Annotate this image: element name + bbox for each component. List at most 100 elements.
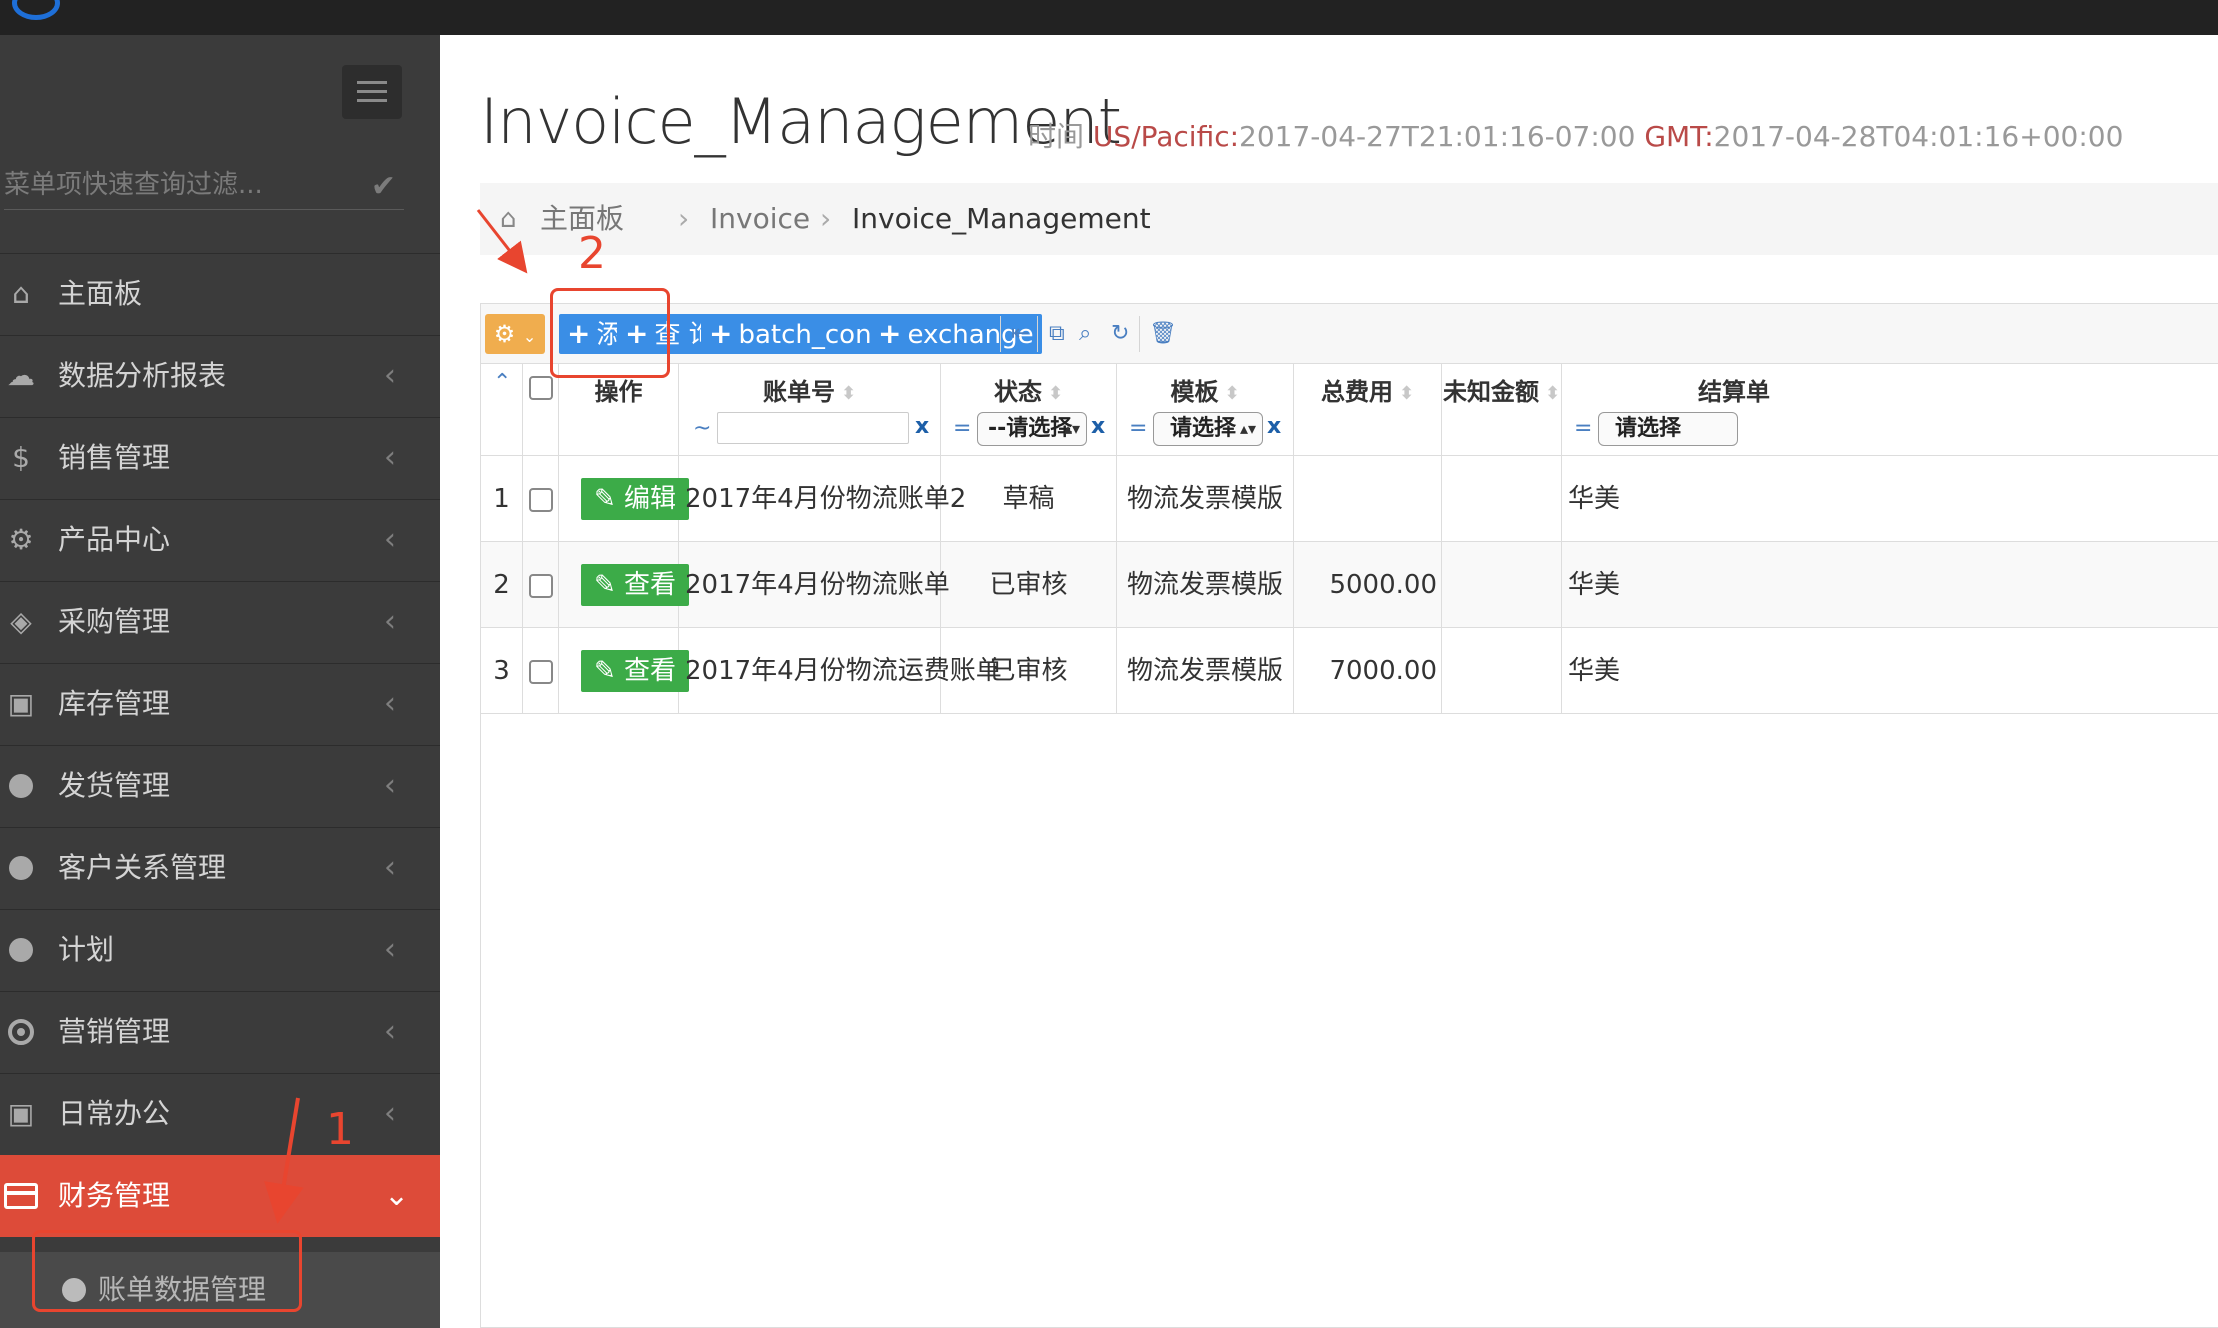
select-arrows-icon: ▴▾ [1239,419,1256,438]
chevron-left-icon: ‹ [384,1014,396,1049]
sidebar-item-finance[interactable]: 财务管理 ⌄ [0,1155,440,1237]
chevron-left-icon: ‹ [384,850,396,885]
clear-filter-button[interactable]: x [1091,414,1105,439]
sidebar-menu: ⌂ 主面板 ☁ 数据分析报表 ‹ $ 销售管理 ‹ ⚙ 产品中心 ‹ ◈ 采购管… [0,253,440,1237]
table-row[interactable]: 1 ✎ 编辑 2017年4月份物流账单2 草稿 物流发票模版 华美 [481,456,2218,542]
edit-button[interactable]: ✎ 编辑 [581,478,689,520]
sidebar-search: ✔ [4,165,404,210]
select-arrows-icon: ▴▾ [1063,419,1080,438]
bill-no-filter-input[interactable] [717,412,909,444]
select-all-cell [523,364,559,455]
status-filter-select[interactable]: --请选择 ▴▾ [977,412,1087,446]
sort-icon[interactable]: ⬍ [1545,383,1560,404]
view-button[interactable]: ✎ 查看 [581,650,689,692]
settlement-filter-select[interactable]: 请选择 [1598,412,1738,446]
gears-icon: ⚙ [8,523,34,556]
header-total-fee[interactable]: 总费用 ⬍ [1294,364,1442,455]
sidebar-item-purchasing[interactable]: ◈ 采购管理 ‹ [0,581,440,663]
plus-icon: + [878,317,902,350]
sidebar-item-reports[interactable]: ☁ 数据分析报表 ‹ [0,335,440,417]
circle-icon [4,828,38,911]
collapse-cell: ⌃ [481,364,523,455]
chevron-left-icon: ‹ [384,768,396,803]
chevron-down-icon: ⌄ [384,1178,410,1213]
chevron-left-icon: ‹ [384,686,396,721]
header-unknown-amount[interactable]: 未知金额 ⬍ [1442,364,1562,455]
circle-icon [4,746,38,829]
chevron-left-icon: ‹ [384,522,396,557]
clear-filter-button[interactable]: x [1267,414,1281,439]
edit-icon: ✎ [593,656,616,686]
sidebar-item-inventory[interactable]: ▣ 库存管理 ‹ [0,663,440,745]
chevron-left-icon: ‹ [384,1096,396,1131]
sidebar-item-office[interactable]: ▣ 日常办公 ‹ [0,1073,440,1155]
sidebar-toggle-button[interactable] [342,65,402,119]
circle-icon [4,910,38,993]
table-header-row: ⌃ 操作 账单号 ⬍ ~ x 状态 ⬍ = --请选择 ▴▾ x 模板 ⬍ = … [481,364,2218,456]
annotation-box-add [550,288,670,378]
edit-icon: ✎ [593,484,616,514]
sidebar-item-plan[interactable]: 计划 ‹ [0,909,440,991]
refresh-icon[interactable]: ↻ [1111,318,1129,350]
chevron-down-icon: ⌄ [522,327,537,346]
sort-icon[interactable]: ⬍ [1224,383,1239,404]
header-settlement[interactable]: 结算单 = 请选择 [1562,364,2218,455]
first-page-icon[interactable]: ⇤ [1011,318,1029,350]
sidebar-item-products[interactable]: ⚙ 产品中心 ‹ [0,499,440,581]
header-status[interactable]: 状态 ⬍ = --请选择 ▴▾ x [941,364,1117,455]
breadcrumb-invoice-link[interactable]: Invoice [710,183,810,255]
clear-filter-button[interactable]: x [915,414,929,439]
android-icon: ▣ [7,1097,35,1130]
sidebar-item-crm[interactable]: 客户关系管理 ‹ [0,827,440,909]
page-title: Invoice_Management [480,85,1122,158]
search-icon[interactable]: ⌕ [1079,318,1091,350]
android-icon: ▣ [7,687,35,720]
sidebar-item-marketing[interactable]: 营销管理 ‹ [0,991,440,1073]
cloud-icon: ☁ [7,359,35,392]
sidebar-item-shipping[interactable]: 发货管理 ‹ [0,745,440,827]
select-all-checkbox[interactable] [529,376,553,400]
logo-icon[interactable] [12,0,60,20]
home-icon: ⌂ [12,277,30,310]
edit-icon: ✎ [593,570,616,600]
sort-icon[interactable]: ⬍ [1399,383,1414,404]
dollar-icon: $ [12,441,30,474]
sort-icon[interactable]: ⬍ [841,383,856,404]
chevron-up-icon[interactable]: ⌃ [493,370,511,395]
sidebar-item-sales[interactable]: $ 销售管理 ‹ [0,417,440,499]
settings-dropdown-button[interactable]: ⚙ ⌄ [485,314,545,354]
trash-icon[interactable]: 🗑 [1149,318,1177,350]
chevron-left-icon: ‹ [384,358,396,393]
row-checkbox[interactable] [529,660,553,684]
view-button[interactable]: ✎ 查看 [581,564,689,606]
header-template[interactable]: 模板 ⬍ = 请选择 ▴▾ x [1117,364,1294,455]
table-row[interactable]: 2 ✎ 查看 2017年4月份物流账单 已审核 物流发票模版 5000.00 华… [481,542,2218,628]
check-icon[interactable]: ✔ [371,169,396,204]
grid-toolbar: ⚙ ⌄ +添加 +查 询 +batch_confirm +exchange ⇤ … [481,304,2218,364]
chevron-left-icon: ‹ [384,932,396,967]
sidebar-item-dashboard[interactable]: ⌂ 主面板 [0,253,440,335]
row-checkbox[interactable] [529,488,553,512]
home-icon: ⌂ [500,204,517,234]
header-bill-no[interactable]: 账单号 ⬍ ~ x [679,364,941,455]
gear-icon: ⚙ [493,320,516,348]
dot-circle-icon [4,992,38,1076]
main-content: Invoice_Management 时间 US/Pacific:2017-04… [440,35,2218,1328]
chevron-left-icon: ‹ [384,440,396,475]
row-checkbox[interactable] [529,574,553,598]
breadcrumb-separator: › [820,202,832,235]
breadcrumb-current: Invoice_Management [852,202,1151,235]
export-icon[interactable]: ⧉ [1049,318,1065,350]
plus-icon: + [709,317,733,350]
chevron-left-icon: ‹ [384,604,396,639]
annotation-box-bill-data [32,1230,302,1312]
sort-icon[interactable]: ⬍ [1048,383,1063,404]
page-time-meta: 时间 US/Pacific:2017-04-27T21:01:16-07:00 … [1028,120,2124,153]
template-filter-select[interactable]: 请选择 ▴▾ [1153,412,1263,446]
menu-filter-input[interactable] [4,165,344,205]
cube-icon: ◈ [10,605,32,638]
invoice-grid: ⚙ ⌄ +添加 +查 询 +batch_confirm +exchange ⇤ … [480,303,2218,1328]
table-row[interactable]: 3 ✎ 查看 2017年4月份物流运费账单 已审核 物流发票模版 7000.00… [481,628,2218,714]
breadcrumb: ⌂ 主面板 › Invoice › Invoice_Management [480,183,2218,255]
top-bar [0,0,2218,35]
